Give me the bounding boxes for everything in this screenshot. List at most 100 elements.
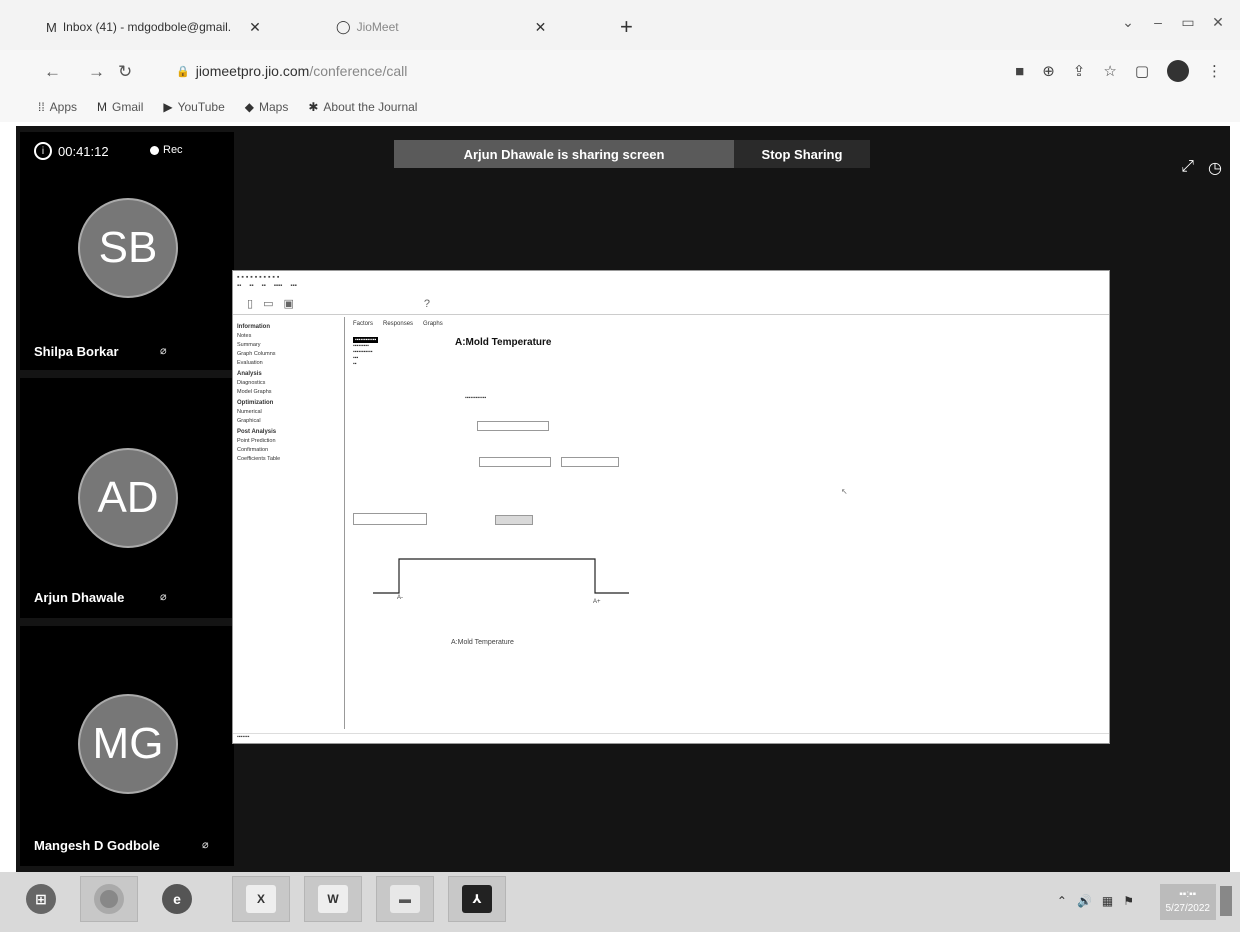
settings-dropdown bbox=[477, 421, 549, 431]
forward-arrow-icon[interactable]: → bbox=[88, 62, 105, 82]
close-window-icon[interactable]: ✕ bbox=[1206, 14, 1230, 31]
gmail-icon: M bbox=[46, 19, 57, 35]
volume-icon[interactable]: 🔊 bbox=[1077, 894, 1092, 908]
shared-nav-panel: Information Notes Summary Graph Columns … bbox=[233, 317, 345, 729]
taskbar-edge[interactable]: e bbox=[148, 876, 206, 922]
bookmark-star-icon[interactable]: ☆ bbox=[1103, 62, 1116, 80]
close-tab-icon[interactable]: ✕ bbox=[535, 19, 547, 36]
bookmark-journal[interactable]: ✱ About the Journal bbox=[308, 100, 417, 114]
participant-tile[interactable]: MG Mangesh D Godbole ⌀ bbox=[20, 626, 234, 866]
section-optimization: Optimization bbox=[237, 400, 274, 406]
tab-graphs: Graphs bbox=[423, 321, 443, 327]
flag-icon[interactable]: ⚑ bbox=[1123, 894, 1134, 908]
fullscreen-icon[interactable]: ⤢ bbox=[1181, 158, 1194, 176]
start-button[interactable]: ⊞ bbox=[12, 876, 70, 922]
taskbar-word[interactable]: W bbox=[304, 876, 362, 922]
list-item: Graph Columns bbox=[237, 351, 276, 357]
list-item: Point Prediction bbox=[237, 438, 276, 444]
windows-start-icon: ⊞ bbox=[26, 884, 56, 914]
list-item: Summary bbox=[237, 342, 261, 348]
settings-caption: ▪▪▪▪▪▪▪▪▪▪▪▪ bbox=[465, 395, 487, 401]
factor-range-plot bbox=[373, 558, 629, 594]
list-item: Confirmation bbox=[237, 447, 269, 453]
list-item: Graphical bbox=[237, 418, 261, 424]
show-desktop-button[interactable] bbox=[1220, 886, 1232, 916]
list-item: Model Graphs bbox=[237, 389, 272, 395]
tray-date: 5/27/2022 bbox=[1165, 903, 1211, 914]
taskbar-chrome-active[interactable] bbox=[80, 876, 138, 922]
list-item: Evaluation bbox=[237, 360, 263, 366]
tab-jiomeet-label: JioMeet bbox=[356, 20, 399, 34]
zoom-icon[interactable]: ⊕ bbox=[1042, 62, 1055, 80]
open-icon: ▭ bbox=[263, 298, 274, 310]
tab-responses: Responses bbox=[383, 321, 414, 327]
shared-tabs: Factors Responses Graphs bbox=[353, 321, 443, 327]
recording-indicator: Rec bbox=[150, 144, 183, 156]
tab-jiomeet[interactable]: ◯ JioMeet ✕ bbox=[336, 14, 546, 40]
new-tab-button[interactable]: + bbox=[620, 14, 633, 40]
bookmark-label: About the Journal bbox=[323, 100, 418, 114]
maximize-icon[interactable]: ▭ bbox=[1176, 14, 1200, 31]
value-field bbox=[495, 515, 533, 525]
bookmark-maps[interactable]: ◆ Maps bbox=[245, 100, 289, 114]
network-icon[interactable]: ▦ bbox=[1102, 894, 1113, 908]
participant-tile[interactable]: i 00:41:12 Rec SB Shilpa Borkar ⌀ bbox=[20, 132, 234, 370]
camera-icon[interactable]: ■ bbox=[1015, 63, 1024, 80]
bookmark-label: Apps bbox=[49, 100, 78, 114]
help-icon: ? bbox=[423, 297, 430, 310]
bookmark-youtube[interactable]: ▶ YouTube bbox=[163, 100, 224, 114]
address-bar-row: ← → ↻ 🔒 jiomeetpro.jio.com/conference/ca… bbox=[0, 50, 1240, 92]
participant-tile[interactable]: AD Arjun Dhawale ⌀ bbox=[20, 378, 234, 618]
taskbar-excel[interactable]: X bbox=[232, 876, 290, 922]
tray-arrow-icon[interactable]: ⌃ bbox=[1057, 894, 1067, 908]
recording-label: Rec bbox=[163, 144, 183, 156]
minimize-icon[interactable]: – bbox=[1146, 14, 1170, 31]
axis-label: A:Mold Temperature bbox=[451, 639, 514, 646]
tab-gmail[interactable]: M Inbox (41) - mdgodbole@gmail. ✕ bbox=[46, 14, 261, 40]
maps-icon: ◆ bbox=[244, 100, 254, 114]
jiomeet-icon: ◯ bbox=[336, 19, 351, 34]
side-panel-icon[interactable]: ▢ bbox=[1135, 62, 1149, 80]
avatar: MG bbox=[78, 694, 178, 794]
tab-factors: Factors bbox=[353, 321, 374, 327]
tab-search-icon[interactable]: ⌄ bbox=[1116, 14, 1140, 31]
clock-date[interactable]: ▪▪:▪▪ 5/27/2022 bbox=[1159, 884, 1216, 920]
apps-grid-icon: ⁞⁞ bbox=[38, 100, 45, 114]
meeting-timer: i 00:41:12 bbox=[34, 142, 109, 160]
reload-icon[interactable]: ↻ bbox=[118, 62, 132, 82]
back-arrow-icon[interactable]: ← bbox=[44, 62, 61, 82]
browser-tab-bar: M Inbox (41) - mdgodbole@gmail. ✕ ◯ JioM… bbox=[0, 0, 1240, 50]
factor-list: ▪▪▪▪▪▪▪▪▪▪▪▪ ▪▪▪▪▪▪▪▪▪ ▪▪▪▪▪▪▪▪▪▪▪ ▪▪▪ ▪… bbox=[353, 337, 379, 367]
shared-screen: ▪ ▪ ▪ ▪ ▪ ▪ ▪ ▪ ▪ ▪ ▪▪ ▪▪ ▪▪ ▪▪▪▪ ▪▪▪ ▯ ▭ ▣ … bbox=[232, 270, 1110, 744]
folder-icon: ▬ bbox=[390, 885, 420, 913]
screen-share-banner: Arjun Dhawale is sharing screen Stop Sha… bbox=[394, 140, 870, 168]
taskbar-acrobat[interactable]: ⅄ bbox=[448, 876, 506, 922]
tray-time-icon: ▪▪:▪▪ bbox=[1179, 889, 1197, 900]
windows-taskbar: ⊞ e X W ▬ ⅄ ⌃ 🔊 ▦ ⚑ ▪▪:▪▪ 5/27/2022 bbox=[0, 872, 1240, 932]
edge-icon: e bbox=[162, 884, 192, 914]
save-icon: ▣ bbox=[283, 298, 294, 310]
bookmarks-bar: ⁞⁞ Apps M Gmail ▶ YouTube ◆ Maps ✱ About the … bbox=[0, 92, 1240, 122]
mic-muted-icon: ⌀ bbox=[202, 839, 209, 851]
stop-sharing-button[interactable]: Stop Sharing bbox=[734, 140, 870, 168]
toolbar-icons: ■ ⊕ ⇪ ☆ ▢ ⋮ bbox=[1015, 60, 1222, 82]
list-item: Numerical bbox=[237, 409, 262, 415]
share-icon[interactable]: ⇪ bbox=[1073, 62, 1086, 80]
bookmark-label: Gmail bbox=[112, 100, 144, 114]
elapsed-time: 00:41:12 bbox=[58, 143, 109, 159]
close-tab-icon[interactable]: ✕ bbox=[249, 19, 261, 36]
mic-muted-icon: ⌀ bbox=[160, 591, 167, 603]
avatar: AD bbox=[78, 448, 178, 548]
clock-icon[interactable]: ◷ bbox=[1208, 158, 1222, 178]
profile-avatar-icon[interactable] bbox=[1167, 60, 1189, 82]
taskbar-folder[interactable]: ▬ bbox=[376, 876, 434, 922]
low-label: A- bbox=[397, 595, 403, 601]
list-item: Coefficients Table bbox=[237, 456, 281, 462]
url-field[interactable]: 🔒 jiomeetpro.jio.com/conference/call bbox=[176, 63, 407, 79]
section-analysis: Analysis bbox=[237, 371, 262, 377]
section-post-analysis: Post Analysis bbox=[237, 429, 277, 435]
bookmark-apps[interactable]: ⁞⁞ Apps bbox=[38, 100, 77, 114]
menu-dots-icon[interactable]: ⋮ bbox=[1207, 62, 1222, 80]
tab-gmail-label: Inbox (41) - mdgodbole@gmail. bbox=[62, 20, 232, 34]
bookmark-gmail[interactable]: M Gmail bbox=[97, 100, 143, 114]
